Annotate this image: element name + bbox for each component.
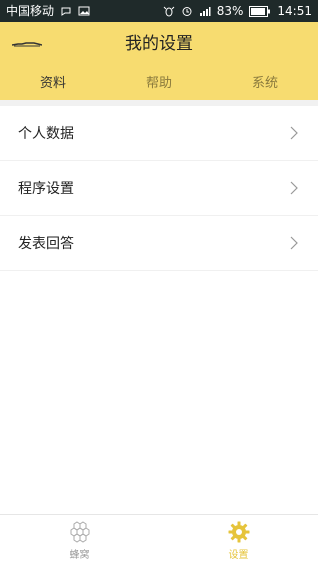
settings-item-label: 发表回答 (18, 236, 74, 252)
clock-time: 14:51 (277, 4, 312, 18)
nav-label-hive: 蜂窝 (69, 550, 90, 561)
image-icon (78, 6, 90, 16)
nav-item-hive[interactable]: 蜂窝 (0, 515, 159, 566)
nav-label-settings: 设置 (228, 550, 249, 561)
page-title: 我的设置 (125, 34, 193, 54)
tab-bar: 资料 帮助 系统 (0, 67, 318, 100)
bottom-nav: 蜂窝 设置 (0, 514, 318, 566)
status-left: 中国移动 (6, 0, 90, 22)
settings-list: 个人数据 程序设置 发表回答 (0, 106, 318, 271)
tab-help[interactable]: 帮助 (106, 67, 212, 100)
settings-item-label: 程序设置 (18, 181, 74, 197)
status-bar: 中国移动 83% 14:51 (0, 0, 318, 22)
battery-percent: 83% (216, 4, 244, 18)
nav-item-settings[interactable]: 设置 (159, 515, 318, 566)
chat-bubble-icon (61, 7, 71, 16)
settings-item-label: 个人数据 (18, 126, 74, 142)
hexagon-cluster-icon (70, 521, 89, 543)
gear-icon (228, 521, 249, 543)
settings-item-program-settings[interactable]: 程序设置 (0, 161, 318, 216)
signal-icon (199, 7, 211, 16)
chevron-right-icon (290, 126, 298, 140)
status-right: 83% 14:51 (163, 0, 312, 22)
alarm-clock-icon (182, 7, 192, 16)
chevron-right-icon (290, 236, 298, 250)
settings-item-post-answer[interactable]: 发表回答 (0, 216, 318, 271)
battery-icon (249, 5, 271, 17)
chevron-right-icon (290, 181, 298, 195)
carrier-label: 中国移动 (6, 4, 55, 18)
settings-item-personal-data[interactable]: 个人数据 (0, 106, 318, 161)
tab-system[interactable]: 系统 (212, 67, 318, 100)
tab-profile[interactable]: 资料 (0, 67, 106, 100)
bug-icon (163, 6, 175, 17)
app-header: 我的设置 (0, 22, 318, 67)
